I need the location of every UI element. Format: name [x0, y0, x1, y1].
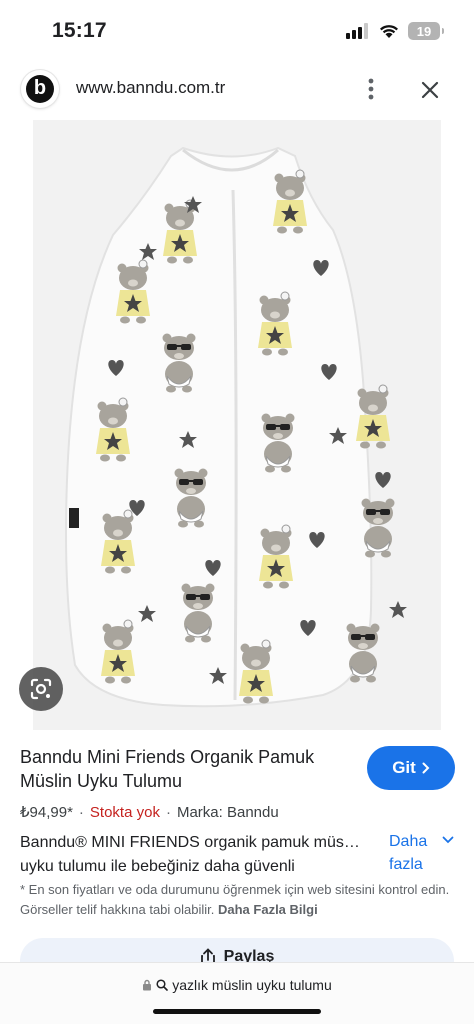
product-meta: ₺94,99* · Stokta yok · Marka: Banndu	[20, 803, 279, 821]
product-image[interactable]	[33, 120, 441, 730]
close-icon	[421, 81, 439, 99]
search-query-text: yazlık müslin uyku tulumu	[172, 977, 332, 993]
close-button[interactable]	[414, 74, 446, 106]
show-more-label-2: fazla	[389, 856, 423, 873]
site-logo-letter: b	[26, 75, 54, 103]
separator-dot: ·	[165, 804, 171, 821]
site-url[interactable]: www.banndu.com.tr	[76, 78, 225, 98]
description-line-1: Banndu® MINI FRIENDS organik pamuk müs…	[20, 834, 360, 851]
browser-header: b www.banndu.com.tr	[0, 62, 474, 120]
search-query-bar[interactable]: yazlık müslin uyku tulumu	[0, 977, 474, 993]
battery-level: 19	[416, 23, 432, 39]
stock-status: Stokta yok	[89, 804, 160, 821]
disclaimer: * En son fiyatları ve oda durumunu öğren…	[20, 880, 460, 920]
home-indicator	[153, 1009, 321, 1014]
product-description: Banndu® MINI FRIENDS organik pamuk müs… …	[20, 831, 390, 879]
site-logo[interactable]: b	[21, 70, 59, 108]
status-bar: 15:17 19	[0, 0, 474, 62]
show-more-label-1: Daha	[389, 833, 428, 850]
status-time: 15:17	[52, 19, 107, 42]
wifi-icon	[380, 25, 398, 38]
signal-icon	[346, 23, 368, 39]
product-title[interactable]: Banndu Mini Friends Organik Pamuk Müslin…	[20, 745, 360, 793]
sleeping-bag-illustration	[33, 120, 441, 730]
separator-dot: ·	[78, 804, 84, 821]
search-icon	[156, 979, 169, 991]
chevron-down-icon[interactable]	[442, 836, 454, 844]
product-price: ₺94,99*	[20, 804, 73, 821]
show-more-link[interactable]: Daha fazla	[389, 830, 449, 876]
lock-icon	[143, 979, 152, 991]
more-vert-icon	[368, 78, 374, 100]
description-line-2: uyku tulumu ile bebeğiniz daha güvenli	[20, 858, 295, 875]
status-icons: 19	[346, 22, 444, 40]
go-button[interactable]: Git	[367, 746, 455, 790]
learn-more-link[interactable]: Daha Fazla Bilgi	[218, 902, 318, 917]
bottom-bar: yazlık müslin uyku tulumu	[0, 962, 474, 1024]
battery-icon: 19	[408, 22, 444, 40]
more-options-button[interactable]	[356, 74, 386, 104]
go-button-label: Git	[392, 758, 416, 777]
product-brand: Marka: Banndu	[176, 804, 279, 821]
chevron-right-icon	[422, 762, 430, 774]
lens-icon	[30, 678, 52, 700]
visual-search-button[interactable]	[19, 667, 63, 711]
